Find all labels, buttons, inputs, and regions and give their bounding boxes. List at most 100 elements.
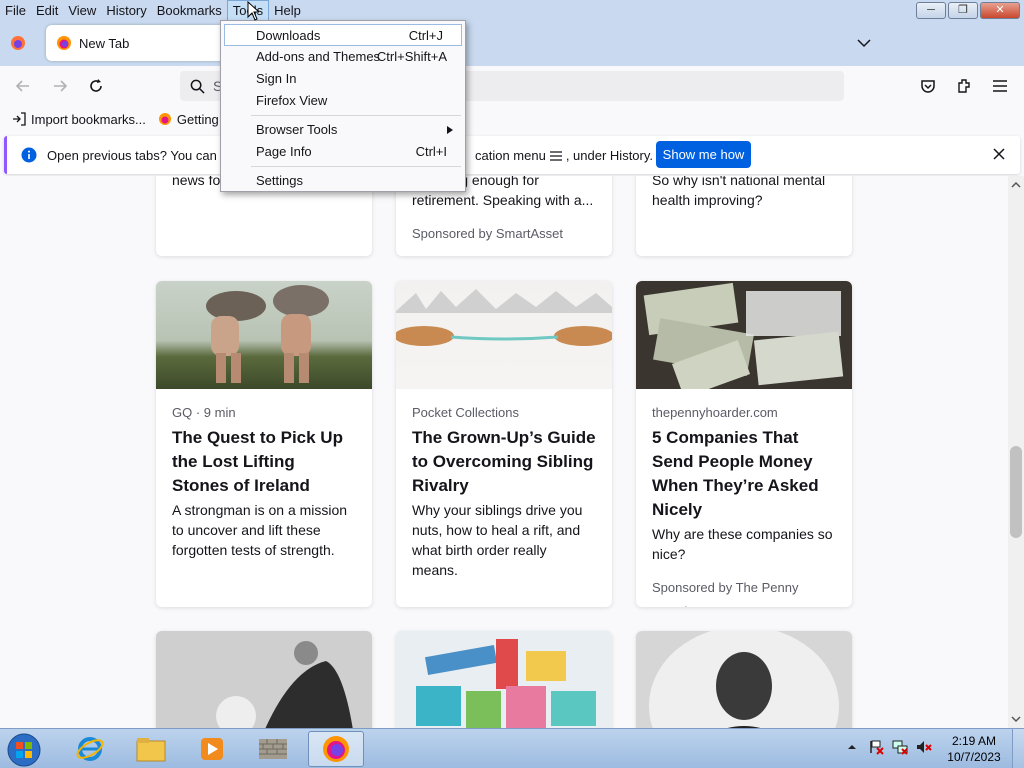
- submenu-arrow-icon: [447, 126, 453, 134]
- tools-menu-page-info[interactable]: Page Info Ctrl+I: [221, 141, 465, 163]
- extensions-icon[interactable]: [955, 77, 973, 95]
- card-source: GQ · 9 min: [172, 405, 236, 420]
- menu-edit[interactable]: Edit: [31, 0, 63, 21]
- file-explorer-taskbar-button[interactable]: [123, 731, 179, 767]
- story-card[interactable]: So why isn't national mental health impr…: [636, 176, 852, 256]
- nav-bar: S: [0, 66, 1024, 106]
- card-sponsor: Sponsored by SmartAsset: [412, 226, 564, 241]
- card-thumbnail: [156, 281, 372, 389]
- tools-menu-settings[interactable]: Settings: [221, 170, 465, 192]
- card-title: The Quest to Pick Up the Lost Lifting St…: [172, 428, 343, 495]
- internet-explorer-icon: [76, 737, 104, 761]
- scroll-up-arrow-icon[interactable]: [1011, 180, 1021, 190]
- card-excerpt: retirement. Speaking with a...: [412, 192, 594, 208]
- card-title: The Grown-Up’s Guide to Overcoming Sibli…: [412, 428, 596, 495]
- firefox-logo-icon: [323, 736, 349, 762]
- menu-bookmarks[interactable]: Bookmarks: [152, 0, 227, 21]
- card-thumbnail: [396, 631, 612, 728]
- card-source: thepennyhoarder.com: [652, 405, 778, 420]
- story-card[interactable]: [636, 631, 852, 728]
- window-controls: ─ ❐ ✕: [916, 2, 1020, 19]
- card-excerpt: news fo: [172, 176, 221, 188]
- clock-time: 2:19 AM: [951, 734, 997, 748]
- card-sponsor: Sponsored by The Penny Hoarder: [652, 580, 799, 607]
- scrollbar-thumb[interactable]: [1010, 446, 1022, 538]
- tools-menu-addons[interactable]: Add-ons and Themes Ctrl+Shift+A: [221, 46, 465, 68]
- media-player-taskbar-button[interactable]: [184, 731, 240, 767]
- pocket-icon[interactable]: [919, 77, 937, 95]
- folder-icon: [136, 738, 166, 762]
- story-card[interactable]: GQ · 9 min The Quest to Pick Up the Lost…: [156, 281, 372, 607]
- notification-text: Open previous tabs? You can rest: [47, 148, 243, 163]
- show-me-how-button[interactable]: Show me how: [656, 141, 751, 168]
- notification-text-continued: cation menu , under History.: [475, 148, 654, 163]
- story-card[interactable]: [156, 631, 372, 728]
- story-card[interactable]: Pocket Collections The Grown-Up’s Guide …: [396, 281, 612, 607]
- reload-icon[interactable]: [87, 77, 105, 95]
- menu-separator: [251, 166, 461, 167]
- hamburger-menu-icon[interactable]: [991, 77, 1009, 95]
- menu-view[interactable]: View: [63, 0, 101, 21]
- card-excerpt: So why isn't national mental: [652, 176, 826, 188]
- brick-wall-icon: [259, 739, 287, 759]
- card-excerpt: health improving?: [652, 192, 763, 208]
- menu-help[interactable]: Help: [269, 0, 306, 21]
- chevron-down-icon[interactable]: [856, 35, 872, 51]
- scroll-down-arrow-icon[interactable]: [1011, 714, 1021, 724]
- menu-file[interactable]: File: [0, 0, 31, 21]
- windows-start-icon[interactable]: [6, 732, 42, 768]
- card-title: 5 Companies That Send People Money When …: [652, 428, 819, 519]
- card-thumbnail: [636, 281, 852, 389]
- firefox-taskbar-button[interactable]: [308, 731, 364, 767]
- card-excerpt: A strongman is on a mission to uncover a…: [172, 502, 348, 558]
- close-window-button[interactable]: ✕: [980, 2, 1020, 19]
- hamburger-menu-icon: [549, 150, 562, 161]
- firefox-logo-icon: [57, 36, 71, 50]
- restore-tabs-notification: Open previous tabs? You can rest cation …: [4, 136, 1020, 174]
- story-card[interactable]: [396, 631, 612, 728]
- import-icon: [13, 112, 26, 126]
- card-excerpt: Why are these companies so nice?: [652, 526, 833, 562]
- show-hidden-icons-icon[interactable]: [844, 739, 860, 755]
- restore-button[interactable]: ❐: [948, 2, 978, 19]
- menu-bar: File Edit View History Bookmarks Tools H…: [0, 0, 1024, 21]
- card-excerpt: Why your siblings drive you nuts, how to…: [412, 502, 583, 578]
- system-clock[interactable]: 2:19 AM 10/7/2023: [946, 733, 1002, 765]
- firefox-logo-icon: [158, 113, 171, 125]
- back-arrow-icon[interactable]: [14, 77, 32, 95]
- tools-menu: Downloads Ctrl+J Add-ons and Themes Ctrl…: [220, 20, 466, 192]
- firefox-view-icon[interactable]: [10, 35, 26, 51]
- vertical-scrollbar[interactable]: [1008, 176, 1024, 728]
- tools-menu-sign-in[interactable]: Sign In: [221, 68, 465, 90]
- minimize-button[interactable]: ─: [916, 2, 946, 19]
- media-player-icon: [201, 738, 223, 760]
- close-icon[interactable]: [992, 147, 1006, 161]
- info-icon: [21, 147, 37, 163]
- card-thumbnail: [396, 281, 612, 389]
- tools-menu-firefox-view[interactable]: Firefox View: [221, 90, 465, 112]
- show-desktop-button[interactable]: [1012, 729, 1024, 768]
- menu-history[interactable]: History: [101, 0, 151, 21]
- action-center-icon[interactable]: [868, 739, 884, 755]
- tab-strip: New Tab: [0, 21, 1024, 66]
- story-card[interactable]: thepennyhoarder.com 5 Companies That Sen…: [636, 281, 852, 607]
- bookmarks-toolbar: Import bookmarks... Getting S: [0, 106, 1024, 132]
- search-icon: [190, 79, 205, 94]
- tab-new-tab[interactable]: New Tab: [46, 25, 226, 61]
- new-tab-content: news fo ot saving enough for retirement.…: [0, 176, 1008, 728]
- volume-muted-icon[interactable]: [916, 739, 932, 755]
- bookmark-import[interactable]: Import bookmarks...: [12, 112, 146, 127]
- tab-title: New Tab: [79, 35, 130, 51]
- menu-separator: [251, 115, 461, 116]
- system-tray: [844, 739, 932, 755]
- network-icon[interactable]: [892, 739, 908, 755]
- mouse-cursor-icon: [247, 1, 259, 21]
- clock-date: 10/7/2023: [947, 750, 1001, 764]
- network-taskbar-button[interactable]: [245, 731, 301, 767]
- card-source: Pocket Collections: [412, 405, 519, 420]
- tools-menu-downloads[interactable]: Downloads Ctrl+J: [224, 24, 462, 46]
- tools-menu-browser-tools[interactable]: Browser Tools: [221, 119, 465, 141]
- forward-arrow-icon[interactable]: [51, 77, 69, 95]
- internet-explorer-taskbar-button[interactable]: [62, 731, 118, 767]
- windows-taskbar: 2:19 AM 10/7/2023: [0, 728, 1024, 768]
